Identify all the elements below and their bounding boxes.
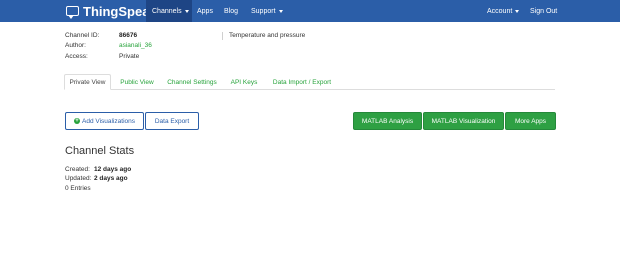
nav-support[interactable]: Support — [245, 0, 289, 22]
nav-blog[interactable]: Blog — [218, 0, 244, 22]
chevron-down-icon — [184, 9, 189, 13]
tab-label: Channel Settings — [167, 78, 217, 86]
channel-id-label: Channel ID: — [65, 32, 100, 39]
top-navbar: ThingSpeak Channels Apps Blog Support Ac… — [0, 0, 620, 22]
description-divider — [222, 32, 223, 40]
data-export-label: Data Export — [154, 117, 190, 125]
nav-channels-label: Channels — [152, 7, 182, 15]
tab-label: Data Import / Export — [272, 78, 332, 86]
matlab-visualization-button[interactable]: MATLAB Visualization — [423, 112, 504, 130]
tab-label: Private View — [69, 78, 106, 86]
matlab-visualization-label: MATLAB Visualization — [431, 117, 496, 125]
updated-value: 2 days ago — [94, 175, 128, 182]
nav-apps-label: Apps — [197, 7, 213, 15]
author-label: Author: — [65, 42, 86, 49]
channel-id-value: 86676 — [119, 32, 138, 39]
tab-public-view[interactable]: Public View — [115, 74, 159, 90]
thingspeak-logo[interactable]: ThingSpeak — [66, 0, 157, 22]
nav-support-label: Support — [251, 7, 276, 15]
nav-channels[interactable]: Channels — [146, 0, 192, 22]
tab-label: API Keys — [230, 78, 258, 86]
chevron-down-icon — [515, 9, 520, 13]
more-apps-label: More Apps — [514, 117, 547, 125]
nav-account-label: Account — [487, 7, 513, 15]
matlab-analysis-button[interactable]: MATLAB Analysis — [353, 112, 422, 130]
add-visualizations-button[interactable]: + Add Visualizations — [65, 112, 144, 130]
more-apps-button[interactable]: More Apps — [505, 112, 556, 130]
access-label: Access: — [65, 53, 88, 60]
author-link[interactable]: asianali_36 — [119, 42, 152, 49]
data-export-button[interactable]: Data Export — [145, 112, 199, 130]
chevron-down-icon — [278, 9, 283, 13]
channel-stats-heading: Channel Stats — [65, 145, 135, 157]
created-label: Created: — [65, 166, 90, 173]
tab-data-import-export[interactable]: Data Import / Export — [267, 74, 337, 90]
tab-private-view[interactable]: Private View — [64, 74, 111, 90]
entries-count: 0 Entries — [65, 185, 91, 192]
nav-apps[interactable]: Apps — [191, 0, 219, 22]
tab-api-keys[interactable]: API Keys — [227, 74, 261, 90]
chat-bubble-icon — [66, 6, 79, 19]
nav-blog-label: Blog — [224, 7, 239, 15]
plus-icon: + — [74, 118, 80, 124]
created-value: 12 days ago — [94, 166, 132, 173]
nav-account[interactable]: Account — [481, 0, 525, 22]
tab-channel-settings[interactable]: Channel Settings — [163, 74, 221, 90]
access-value: Private — [119, 53, 140, 60]
tab-label: Public View — [120, 78, 154, 86]
channel-description: Temperature and pressure — [229, 32, 306, 39]
nav-sign-out[interactable]: Sign Out — [524, 0, 563, 22]
matlab-analysis-label: MATLAB Analysis — [361, 117, 414, 125]
nav-sign-out-label: Sign Out — [530, 7, 558, 15]
add-visualizations-label: Add Visualizations — [82, 117, 135, 125]
updated-label: Updated: — [65, 175, 92, 182]
